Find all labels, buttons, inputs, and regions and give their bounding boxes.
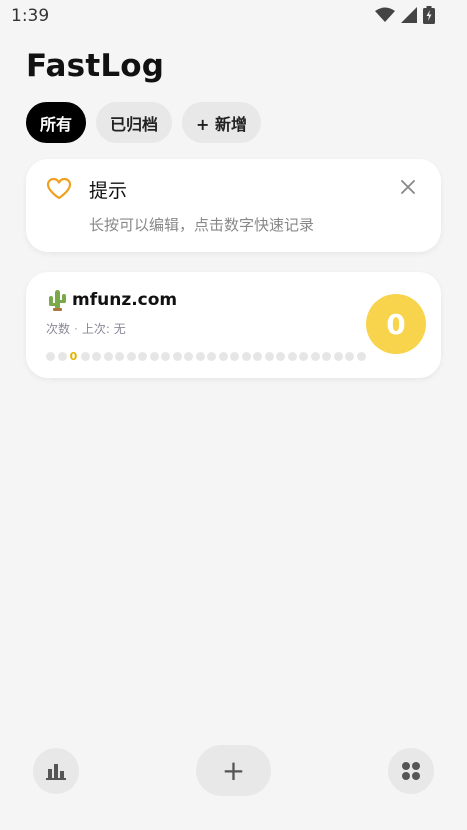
history-dot <box>333 352 343 361</box>
plus-icon: + <box>221 753 246 787</box>
bar-chart-icon <box>46 764 66 780</box>
history-dot <box>184 352 193 361</box>
count-button[interactable]: 0 <box>366 294 426 354</box>
history-dot <box>103 352 113 361</box>
status-icons <box>375 6 435 24</box>
cactus-icon <box>46 289 68 315</box>
tip-description: 长按可以编辑，点击数字快速记录 <box>89 216 315 234</box>
history-dot <box>57 352 67 361</box>
history-dot <box>253 352 262 361</box>
history-dot <box>195 352 205 361</box>
meta-separator: · <box>74 322 78 336</box>
history-dot <box>126 352 136 361</box>
history-dot <box>230 352 239 361</box>
filter-tabs: 所有 已归档 + 新增 <box>26 102 262 143</box>
counter-name: mfunz.com <box>72 290 178 310</box>
grid-dots-icon <box>402 762 420 780</box>
counter-last-label: 上次: 无 <box>81 322 126 336</box>
history-dot <box>310 352 320 361</box>
wifi-icon <box>375 7 395 22</box>
app-title: FastLog <box>26 48 165 84</box>
history-dot <box>322 352 331 361</box>
history-dot <box>276 352 285 361</box>
history-dot <box>299 352 308 361</box>
history-dot <box>207 352 216 361</box>
tip-card: 提示 长按可以编辑，点击数字快速记录 <box>26 159 441 252</box>
history-dot <box>172 352 182 361</box>
apps-button[interactable] <box>388 748 434 794</box>
tab-archived[interactable]: 已归档 <box>96 102 173 143</box>
signal-icon <box>401 7 417 23</box>
history-dot <box>46 352 55 361</box>
tab-all[interactable]: 所有 <box>26 102 87 143</box>
history-dot <box>115 352 124 361</box>
history-today-number: 0 <box>69 350 78 363</box>
history-dot <box>287 352 297 361</box>
close-icon[interactable] <box>401 180 415 194</box>
history-dot <box>92 352 101 361</box>
history-dot <box>80 352 90 361</box>
counter-meta: 次数 · 上次: 无 <box>46 320 126 337</box>
history-dot <box>345 352 354 361</box>
counter-count-label: 次数 <box>46 322 71 336</box>
tab-add-new[interactable]: + 新增 <box>182 102 262 143</box>
history-dot <box>241 352 251 361</box>
heart-icon <box>46 177 72 200</box>
status-time: 1:39 <box>11 6 50 26</box>
battery-icon <box>423 6 435 24</box>
history-dots: 0 <box>46 350 366 363</box>
add-button[interactable]: + <box>196 745 271 796</box>
counter-card[interactable]: mfunz.com 次数 · 上次: 无 0 0 <box>26 272 441 378</box>
history-dot <box>161 352 170 361</box>
stats-button[interactable] <box>33 748 79 794</box>
history-dot <box>264 352 274 361</box>
history-dot <box>138 352 147 361</box>
tip-title: 提示 <box>89 180 128 202</box>
status-bar: 1:39 <box>0 0 467 32</box>
history-dot <box>356 352 366 361</box>
history-dot <box>149 352 159 361</box>
history-dot <box>218 352 228 361</box>
